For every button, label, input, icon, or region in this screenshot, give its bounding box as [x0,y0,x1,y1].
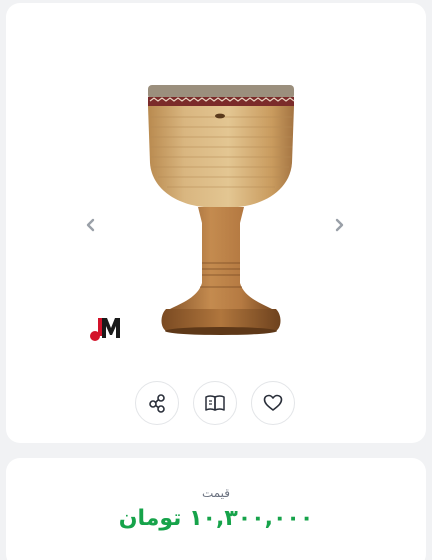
share-button[interactable] [135,381,179,425]
book-open-icon [205,395,225,411]
price-value: ۱۰,۳۰۰,۰۰۰ تومان [118,506,314,531]
product-image [148,85,295,335]
price-label: قیمت [201,486,231,500]
chevron-left-icon [86,218,95,232]
price-card: قیمت ۱۰,۳۰۰,۰۰۰ تومان [6,458,426,560]
gallery-next-button[interactable] [327,213,351,237]
favorite-button[interactable] [251,381,295,425]
product-actions [135,381,295,425]
music-note-m-logo [90,318,120,341]
chevron-right-icon [335,218,344,232]
heart-icon [263,394,283,411]
compare-button[interactable] [193,381,237,425]
product-gallery-card [6,3,426,443]
share-icon [149,394,165,413]
gallery-prev-button[interactable] [79,213,103,237]
